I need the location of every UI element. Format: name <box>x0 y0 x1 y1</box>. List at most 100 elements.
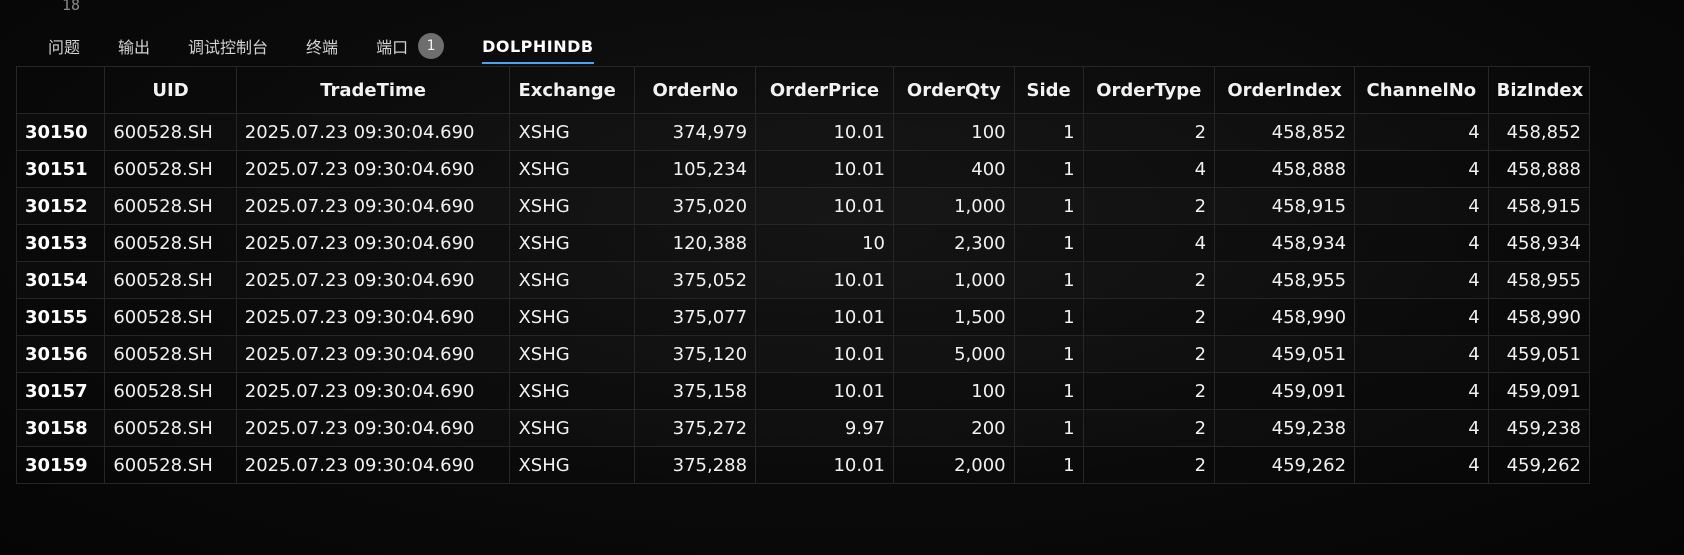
row-index: 30151 <box>15 150 106 188</box>
row-index: 30156 <box>15 335 106 373</box>
tab-debug-console-label: 调试控制台 <box>188 38 269 57</box>
cell-uid: 600528.SH <box>104 372 237 410</box>
cell-bizindex: 458,955 <box>1487 261 1591 299</box>
column-header-bizindex[interactable]: BizIndex <box>1487 66 1591 114</box>
table-corner-cell <box>15 66 106 114</box>
table-row[interactable]: 30153 600528.SH 2025.07.23 09:30:04.690 XSH… <box>15 224 1591 262</box>
cell-ordertype: 2 <box>1082 298 1216 336</box>
cell-tradetime: 2025.07.23 09:30:04.690 <box>235 150 511 188</box>
data-table: UID TradeTime Exchange OrderNo OrderPrice Ord… <box>15 66 1591 484</box>
tab-terminal-label: 终端 <box>306 38 339 57</box>
cell-orderqty: 100 <box>892 113 1015 151</box>
cell-side: 1 <box>1013 150 1084 188</box>
table-row[interactable]: 30158 600528.SH 2025.07.23 09:30:04.690 XSH… <box>15 409 1591 447</box>
column-header-orderqty[interactable]: OrderQty <box>892 66 1015 114</box>
cell-side: 1 <box>1013 261 1084 299</box>
cell-orderqty: 400 <box>892 150 1015 188</box>
cell-bizindex: 458,990 <box>1487 298 1591 336</box>
tab-terminal[interactable]: 终端 <box>306 28 338 64</box>
table-row[interactable]: 30151 600528.SH 2025.07.23 09:30:04.690 XSH… <box>15 150 1591 188</box>
cell-bizindex: 459,091 <box>1487 372 1591 410</box>
row-index: 30150 <box>15 113 106 151</box>
cell-orderprice: 10.01 <box>755 335 894 373</box>
cell-tradetime: 2025.07.23 09:30:04.690 <box>235 446 511 484</box>
cell-channelno: 4 <box>1354 409 1489 447</box>
cell-side: 1 <box>1013 187 1084 225</box>
editor-line-number: 18 <box>62 0 81 14</box>
column-header-orderprice[interactable]: OrderPrice <box>755 66 894 114</box>
cell-exchange: XSHG <box>509 409 636 447</box>
table-row[interactable]: 30150 600528.SH 2025.07.23 09:30:04.690 XSH… <box>15 113 1591 151</box>
cell-uid: 600528.SH <box>104 446 237 484</box>
cell-tradetime: 2025.07.23 09:30:04.690 <box>235 335 511 373</box>
tab-output-label: 输出 <box>118 38 151 57</box>
cell-uid: 600528.SH <box>104 261 237 299</box>
table-row[interactable]: 30159 600528.SH 2025.07.23 09:30:04.690 XSH… <box>15 446 1591 484</box>
cell-orderindex: 459,262 <box>1214 446 1356 484</box>
cell-uid: 600528.SH <box>104 409 237 447</box>
column-header-side[interactable]: Side <box>1013 66 1084 114</box>
table-row[interactable]: 30157 600528.SH 2025.07.23 09:30:04.690 XSH… <box>15 372 1591 410</box>
cell-orderqty: 2,000 <box>892 446 1015 484</box>
cell-orderprice: 10.01 <box>755 113 894 151</box>
table-row[interactable]: 30155 600528.SH 2025.07.23 09:30:04.690 XSH… <box>15 298 1591 336</box>
cell-channelno: 4 <box>1354 298 1489 336</box>
cell-bizindex: 458,888 <box>1487 150 1591 188</box>
cell-tradetime: 2025.07.23 09:30:04.690 <box>235 224 511 262</box>
tab-dolphindb-label: DOLPHINDB <box>482 36 594 56</box>
cell-uid: 600528.SH <box>104 150 237 188</box>
cell-exchange: XSHG <box>509 261 636 299</box>
cell-exchange: XSHG <box>509 150 636 188</box>
panel-tab-bar: 问题 输出 调试控制台 终端 端口 1 DOLPHINDB <box>48 28 632 64</box>
cell-tradetime: 2025.07.23 09:30:04.690 <box>235 261 511 299</box>
column-header-exchange[interactable]: Exchange <box>509 66 636 114</box>
cell-orderindex: 458,888 <box>1214 150 1356 188</box>
column-header-orderindex[interactable]: OrderIndex <box>1214 66 1356 114</box>
cell-orderno: 375,158 <box>634 372 757 410</box>
cell-side: 1 <box>1013 335 1084 373</box>
cell-exchange: XSHG <box>509 446 636 484</box>
cell-side: 1 <box>1013 372 1084 410</box>
table-row[interactable]: 30152 600528.SH 2025.07.23 09:30:04.690 XSH… <box>15 187 1591 225</box>
cell-orderno: 375,052 <box>634 261 757 299</box>
table-row[interactable]: 30156 600528.SH 2025.07.23 09:30:04.690 XSH… <box>15 335 1591 373</box>
row-index: 30158 <box>15 409 106 447</box>
tab-problems-label: 问题 <box>48 38 81 57</box>
cell-exchange: XSHG <box>509 372 636 410</box>
cell-tradetime: 2025.07.23 09:30:04.690 <box>235 187 511 225</box>
row-index: 30157 <box>15 372 106 410</box>
cell-uid: 600528.SH <box>104 187 237 225</box>
dolphindb-panel: 18 问题 输出 调试控制台 终端 端口 1 DOLPHINDB UID Tra… <box>0 0 1684 555</box>
cell-side: 1 <box>1013 409 1084 447</box>
column-header-orderno[interactable]: OrderNo <box>634 66 757 114</box>
row-index: 30159 <box>15 446 106 484</box>
tab-debug-console[interactable]: 调试控制台 <box>188 28 268 64</box>
column-header-tradetime[interactable]: TradeTime <box>235 66 511 114</box>
cell-exchange: XSHG <box>509 224 636 262</box>
cell-tradetime: 2025.07.23 09:30:04.690 <box>235 298 511 336</box>
cell-orderprice: 10 <box>755 224 894 262</box>
cell-channelno: 4 <box>1354 150 1489 188</box>
column-header-ordertype[interactable]: OrderType <box>1082 66 1216 114</box>
cell-orderindex: 458,852 <box>1214 113 1356 151</box>
cell-ordertype: 2 <box>1082 113 1216 151</box>
cell-channelno: 4 <box>1354 224 1489 262</box>
cell-ordertype: 2 <box>1082 335 1216 373</box>
cell-orderindex: 459,091 <box>1214 372 1356 410</box>
cell-ordertype: 2 <box>1082 187 1216 225</box>
column-header-channelno[interactable]: ChannelNo <box>1354 66 1489 114</box>
tab-output[interactable]: 输出 <box>118 28 150 64</box>
cell-ordertype: 2 <box>1082 446 1216 484</box>
cell-orderprice: 10.01 <box>755 446 894 484</box>
cell-orderindex: 458,915 <box>1214 187 1356 225</box>
table-header-row: UID TradeTime Exchange OrderNo OrderPrice Ord… <box>15 66 1591 114</box>
cell-ordertype: 2 <box>1082 372 1216 410</box>
tab-ports-label: 端口 <box>376 38 409 57</box>
tab-problems[interactable]: 问题 <box>48 28 80 64</box>
table-row[interactable]: 30154 600528.SH 2025.07.23 09:30:04.690 XSH… <box>15 261 1591 299</box>
ports-count-badge: 1 <box>418 33 445 59</box>
tab-dolphindb[interactable]: DOLPHINDB <box>482 28 594 64</box>
column-header-uid[interactable]: UID <box>104 66 237 114</box>
row-index: 30152 <box>15 187 106 225</box>
tab-ports[interactable]: 端口 1 <box>376 28 445 64</box>
